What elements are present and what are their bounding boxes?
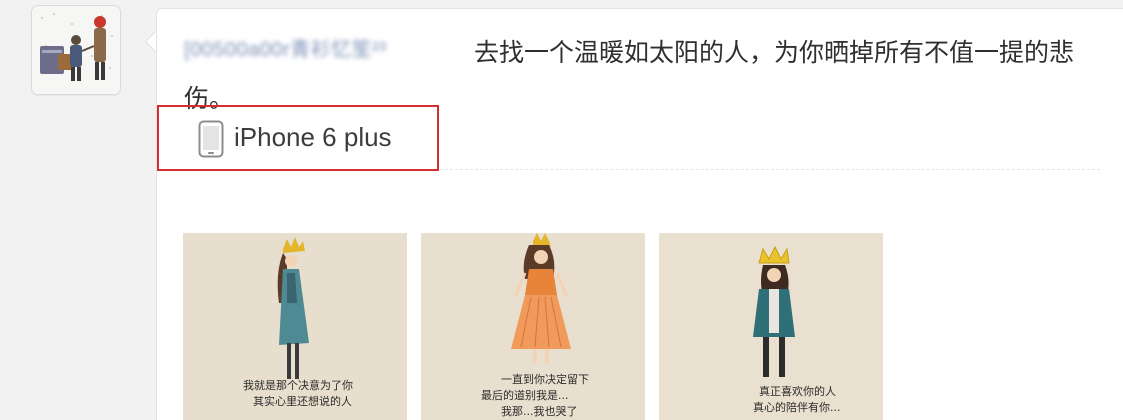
illustration-girl-teal-jacket: 真正喜欢你的人 真心的陪伴有你...	[659, 233, 883, 420]
caption-line: 一直到你决定留下	[501, 372, 589, 386]
illustration-girl-orange-skirt: 一直到你决定留下 最后的道别我是... 我那...我也哭了	[421, 233, 645, 420]
illustration-girl-blue-dress: 我就是那个决意为了你 其实心里还想说的人	[183, 233, 407, 420]
divider	[440, 169, 1100, 170]
caption-line: 我就是那个决意为了你	[243, 378, 353, 392]
post-image-2[interactable]: 一直到你决定留下 最后的道别我是... 我那...我也哭了	[421, 233, 645, 420]
caption-line: 真心的陪伴有你...	[753, 400, 841, 414]
avatar[interactable]	[32, 6, 120, 94]
caption-line: 真正喜欢你的人	[759, 384, 836, 398]
post-image-1[interactable]: 我就是那个决意为了你 其实心里还想说的人	[183, 233, 407, 420]
weibo-post-page: 去找一个温暖如太阳的人，为你晒掉所有不值一提的悲伤。 [00500a00r青衫忆…	[0, 0, 1123, 420]
caption-line: 我那...我也哭了	[501, 405, 578, 418]
highlight-box	[157, 105, 439, 171]
avatar-illustration-icon	[32, 6, 120, 94]
caption-line: 其实心里还想说的人	[253, 394, 352, 408]
post-image-3[interactable]: 真正喜欢你的人 真心的陪伴有你...	[659, 233, 883, 420]
username-link[interactable]: [00500a00r青衫忆笙²³	[184, 33, 387, 62]
caption-line: 最后的道别我是...	[481, 388, 569, 402]
